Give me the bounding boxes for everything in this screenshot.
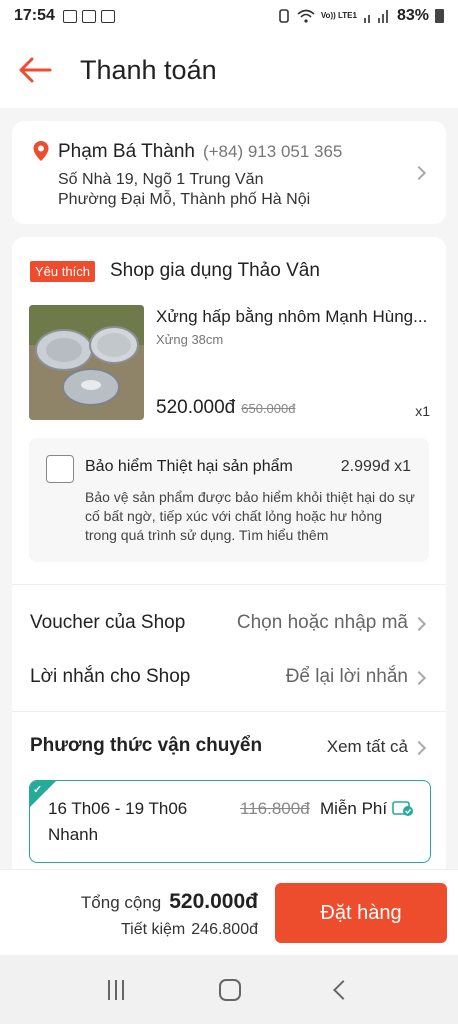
recipient-name: Phạm Bá Thành — [58, 141, 195, 162]
location-pin-icon — [33, 141, 49, 161]
divider — [12, 711, 446, 712]
product-name[interactable]: Xửng hấp bằng nhôm Mạnh Hùng... — [156, 307, 432, 327]
chevron-right-icon — [411, 165, 427, 181]
total-value: 520.000đ — [169, 890, 258, 913]
chevron-right-icon — [411, 740, 427, 756]
status-time: 17:54 — [14, 7, 55, 24]
shop-voucher-row[interactable]: Voucher của Shop Chọn hoặc nhập mã — [12, 598, 446, 648]
insurance-description[interactable]: Bảo vệ sản phẩm được bảo hiểm khỏi thiệt… — [85, 488, 415, 545]
divider — [12, 584, 446, 585]
product-variant: Xửng 38cm — [156, 332, 224, 347]
product-old-price: 650.000đ — [241, 401, 296, 416]
insurance-title: Bảo hiểm Thiệt hại sản phẩm — [85, 458, 293, 475]
recent-apps-button[interactable] — [107, 979, 124, 1000]
wifi-icon — [297, 9, 315, 23]
voucher-value: Chọn hoặc nhập mã — [236, 612, 408, 633]
system-back-button[interactable] — [333, 979, 354, 1000]
voucher-label: Voucher của Shop — [30, 612, 186, 633]
system-nav-bar — [0, 955, 458, 1024]
home-button[interactable] — [218, 978, 241, 1001]
shop-order-card: Yêu thích Shop gia dụng Thảo Vân Xửng hấ… — [12, 237, 446, 877]
shipping-old-fee: 116.800đ — [240, 799, 310, 818]
shipping-fee: Miễn Phí — [320, 799, 388, 818]
insurance-checkbox[interactable] — [46, 455, 74, 483]
battery-icon — [435, 9, 444, 23]
chevron-right-icon — [411, 616, 427, 632]
app-header: Thanh toán — [0, 32, 458, 108]
network-label: Vo)) LTE1 — [320, 11, 357, 20]
message-value: Để lại lời nhắn — [285, 666, 408, 687]
saving-label: Tiết kiệm — [120, 921, 186, 938]
check-icon: ✓ — [33, 784, 43, 796]
address-card[interactable]: Phạm Bá Thành (+84) 913 051 365 Số Nhà 1… — [12, 121, 446, 224]
address-line-1: Số Nhà 19, Ngõ 1 Trung Văn — [58, 171, 264, 188]
shipping-see-all[interactable]: Xem tất cả — [327, 737, 408, 757]
page-title: Thanh toán — [80, 54, 217, 85]
alarm-icon — [279, 9, 289, 23]
battery-percent: 83% — [396, 7, 429, 24]
insurance-price: 2.999đ x1 — [340, 458, 411, 475]
checkout-bar: Tổng cộng 520.000đ Tiết kiệm 246.800đ Đặ… — [0, 869, 458, 955]
steamer-pot-image — [29, 305, 144, 420]
product-price: 520.000đ — [156, 397, 236, 418]
total-row: Tổng cộng 520.000đ — [81, 890, 258, 914]
shop-message-row[interactable]: Lời nhắn cho Shop Để lại lời nhắn — [12, 652, 446, 702]
back-button[interactable] — [0, 32, 70, 108]
product-quantity: x1 — [415, 403, 430, 419]
address-line-2: Phường Đại Mỗ, Thành phố Hà Nội — [58, 191, 311, 208]
shipping-date-range: 16 Th06 - 19 Th06 — [48, 799, 188, 818]
insurance-option: Bảo hiểm Thiệt hại sản phẩm 2.999đ x1 Bả… — [29, 438, 429, 562]
notification-icons — [62, 9, 115, 23]
place-order-button[interactable]: Đặt hàng — [275, 883, 447, 943]
play-notification-icon — [62, 9, 77, 23]
app-notification-icon — [100, 9, 115, 23]
shipping-option-selected[interactable]: ✓ 16 Th06 - 19 Th06 Nhanh 116.800đ Miễn … — [29, 780, 431, 863]
chevron-right-icon — [411, 670, 427, 686]
shipping-speed: Nhanh — [48, 825, 99, 844]
arrow-left-icon — [19, 57, 52, 83]
shop-name[interactable]: Shop gia dụng Thảo Vân — [110, 260, 320, 282]
saving-row: Tiết kiệm 246.800đ — [121, 921, 258, 939]
gallery-notification-icon — [81, 9, 96, 23]
saving-value: 246.800đ — [191, 921, 258, 938]
product-price-group: 520.000đ 650.000đ — [156, 397, 295, 419]
total-label: Tổng cộng — [80, 893, 162, 912]
recipient-phone: (+84) 913 051 365 — [202, 142, 343, 161]
shipping-method-title: Phương thức vận chuyển — [30, 735, 263, 756]
favorite-shop-badge: Yêu thích — [30, 261, 95, 282]
signal-icon — [363, 10, 388, 23]
status-bar: 17:54 Vo)) LTE1 83% — [0, 0, 458, 32]
product-image[interactable] — [29, 305, 144, 420]
free-ship-voucher-icon — [392, 801, 413, 816]
message-label: Lời nhắn cho Shop — [30, 666, 191, 687]
address-contact: Phạm Bá Thành (+84) 913 051 365 — [58, 141, 342, 163]
